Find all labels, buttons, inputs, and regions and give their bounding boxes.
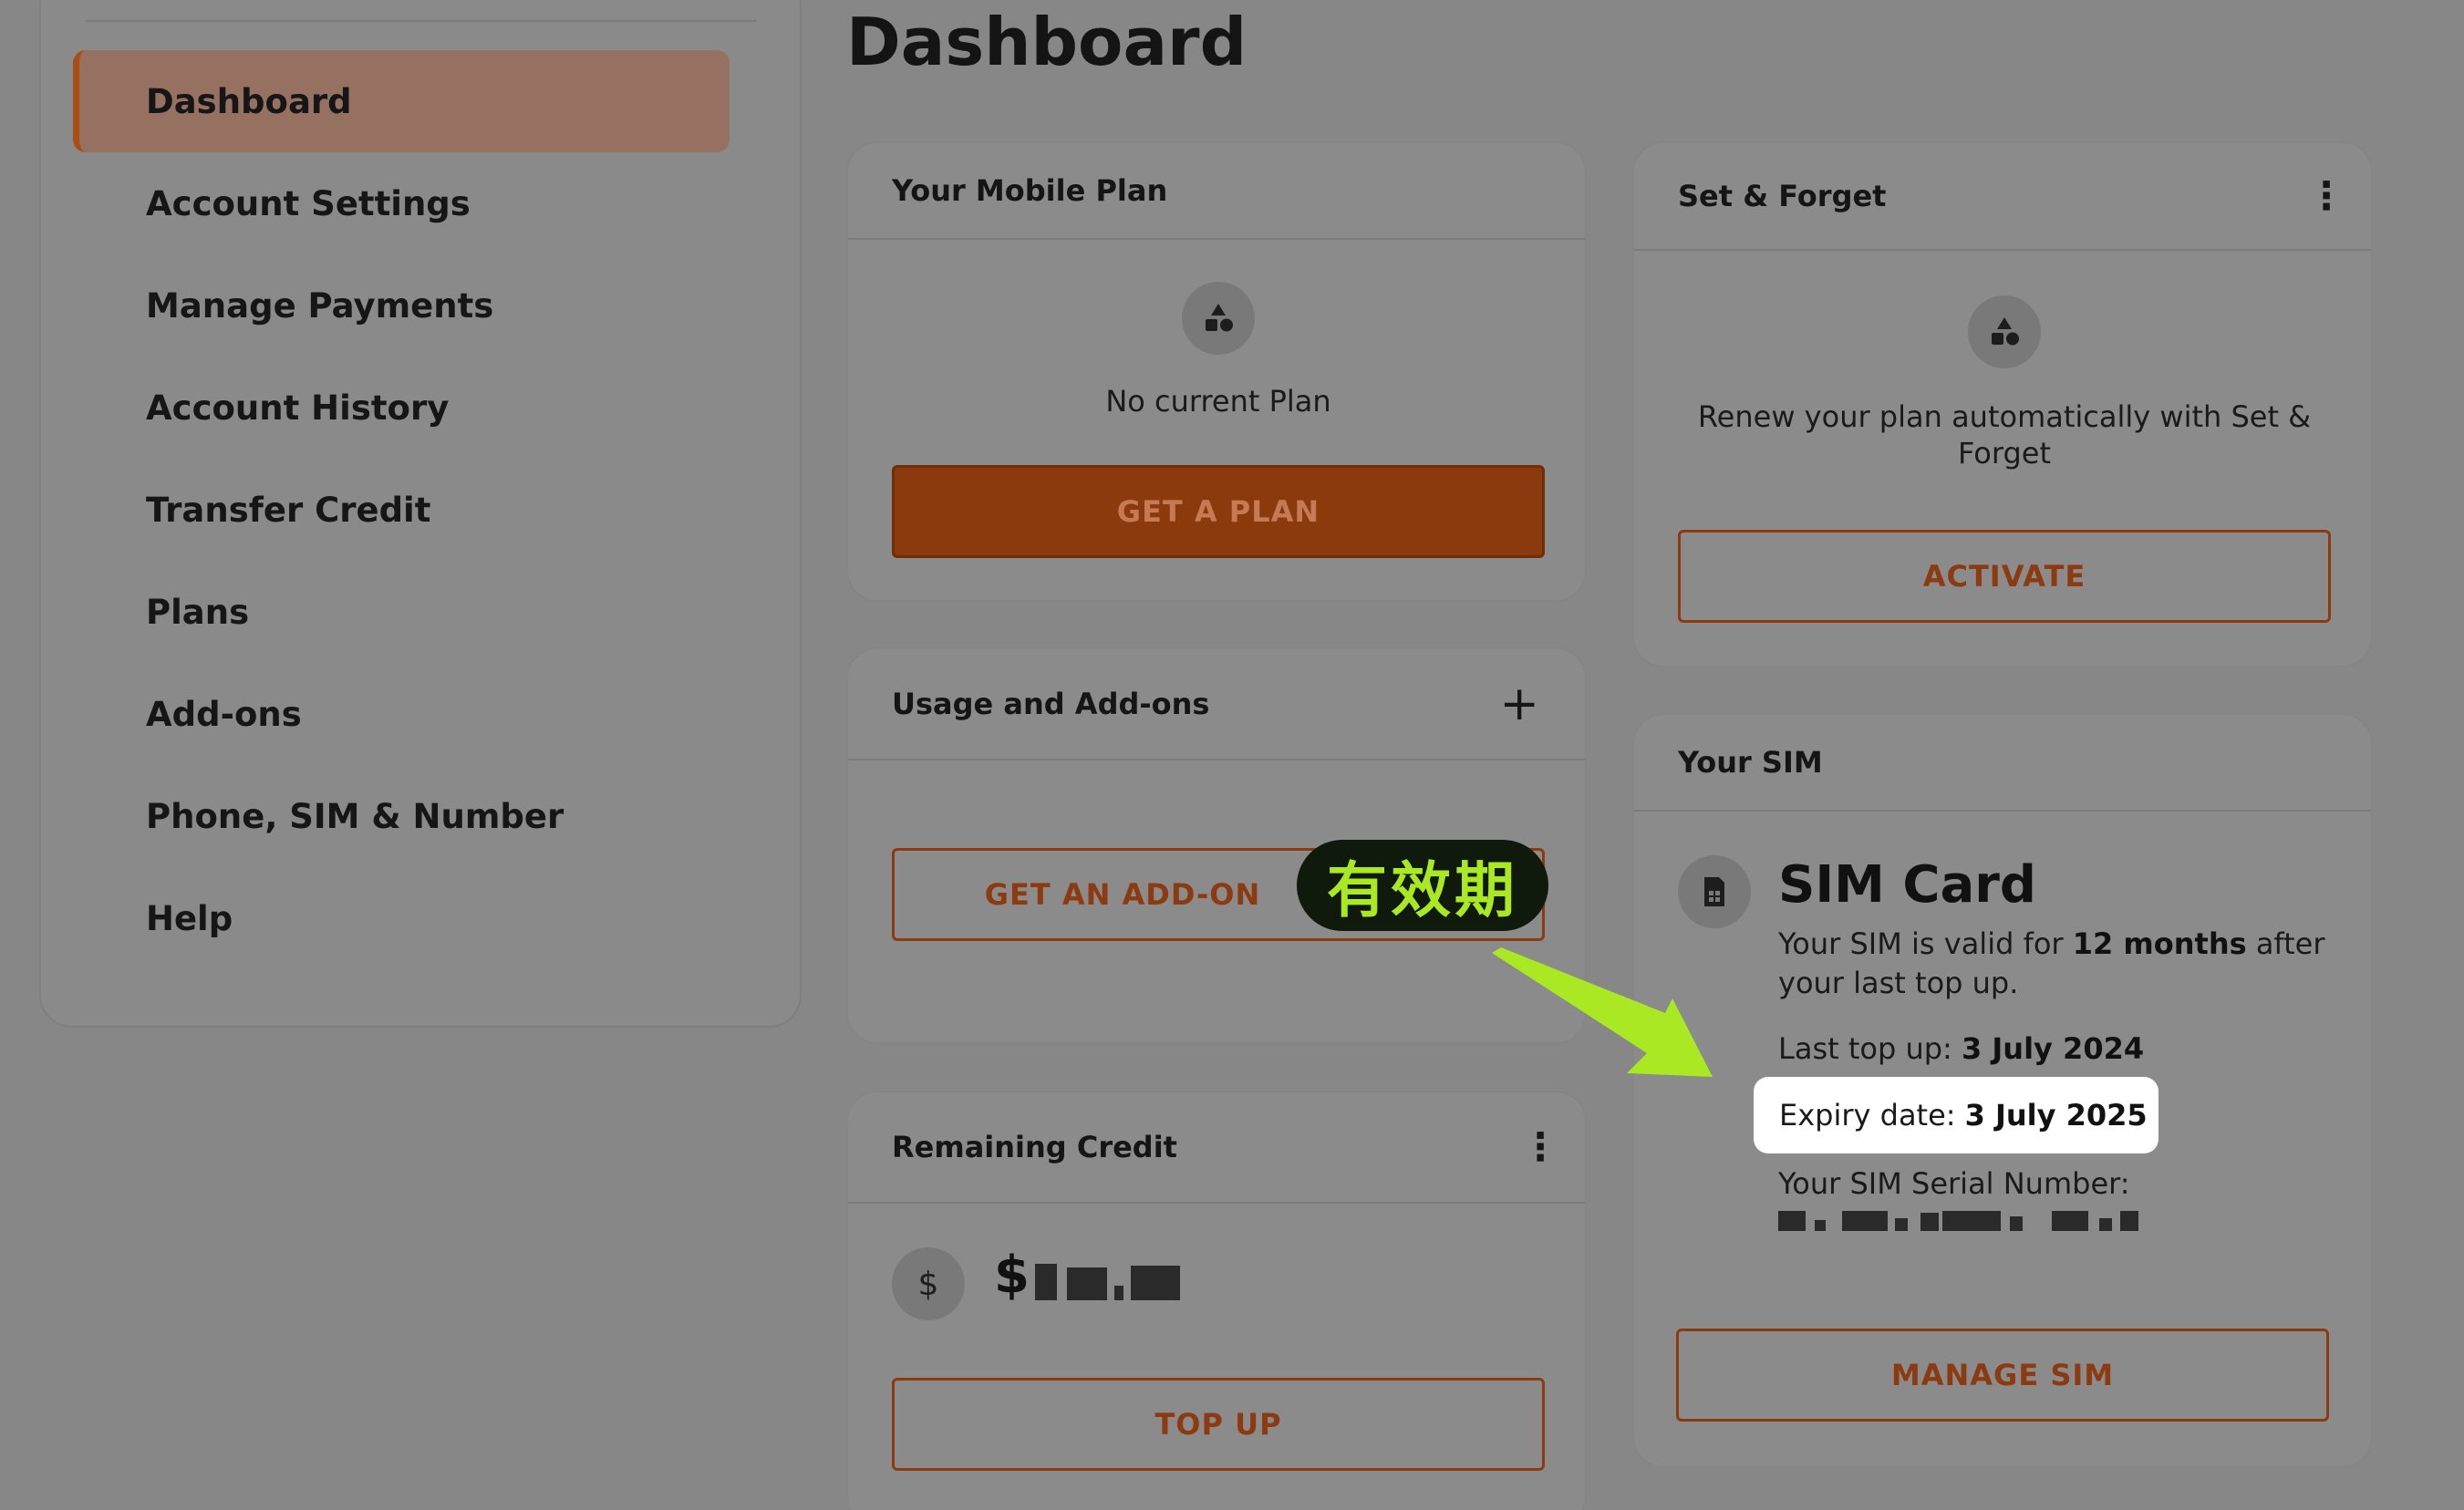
sidebar-item-label: Help [146, 898, 233, 938]
button-label: GET AN ADD-ON [984, 877, 1261, 912]
sidebar-item-label: Account Settings [146, 183, 471, 223]
sidebar-item-phone-sim-number[interactable]: Phone, SIM & Number [73, 765, 730, 867]
sidebar-item-help[interactable]: Help [73, 867, 730, 969]
sidebar-item-add-ons[interactable]: Add-ons [73, 663, 730, 765]
sim-serial-label: Your SIM Serial Number: [1778, 1166, 2130, 1201]
set-forget-text: Renew your plan automatically with Set &… [1697, 399, 2312, 471]
validity-pre: Your SIM is valid for [1778, 926, 2064, 961]
more-options-icon[interactable]: ⋮ [2307, 177, 2345, 215]
sidebar-item-label: Phone, SIM & Number [146, 796, 564, 836]
card-title: Your SIM [1678, 745, 1823, 780]
last-topup-text: Last top up: 3 July 2024 [1778, 1029, 2144, 1069]
manage-sim-button[interactable]: MANAGE SIM [1676, 1329, 2329, 1422]
mobile-plan-card: Your Mobile Plan No current Plan GET A P… [846, 141, 1587, 602]
card-header: Your SIM [1634, 715, 2371, 812]
sidebar-item-account-settings[interactable]: Account Settings [73, 152, 730, 254]
sim-validity-text: Your SIM is valid for 12 months after yo… [1778, 925, 2325, 1003]
obscured-amount [1067, 1267, 1107, 1300]
last-topup-label: Last top up: [1778, 1031, 1952, 1066]
sidebar-item-plans[interactable]: Plans [73, 561, 730, 663]
sidebar-item-account-history[interactable]: Account History [73, 357, 730, 459]
credit-currency: $ [994, 1246, 1030, 1305]
no-plan-text: No current Plan [1105, 384, 1331, 419]
expiry-value: 3 July 2025 [1964, 1098, 2148, 1132]
top-up-button[interactable]: TOP UP [892, 1378, 1545, 1471]
sidebar-item-label: Account History [146, 388, 450, 428]
card-title: Set & Forget [1678, 179, 1887, 213]
sidebar-item-label: Dashboard [146, 81, 352, 121]
sidebar-item-transfer-credit[interactable]: Transfer Credit [73, 459, 730, 561]
sidebar-item-label: Manage Payments [146, 285, 494, 326]
card-title: Usage and Add-ons [892, 687, 1210, 721]
last-topup-value: 3 July 2024 [1961, 1031, 2145, 1066]
set-forget-card: Set & Forget ⋮ Renew your plan automatic… [1632, 141, 2373, 667]
sidebar-item-dashboard[interactable]: Dashboard [73, 50, 730, 152]
card-header: Usage and Add-ons + [848, 649, 1585, 760]
annotation-badge: 有效期 [1297, 840, 1548, 931]
card-title: Your Mobile Plan [892, 173, 1168, 208]
card-header: Set & Forget ⋮ [1634, 143, 2371, 251]
shapes-icon [1182, 282, 1255, 355]
sidebar-divider [85, 20, 756, 22]
card-title: Remaining Credit [892, 1130, 1177, 1164]
sidebar-item-label: Transfer Credit [146, 490, 431, 530]
dollar-icon: $ [892, 1247, 965, 1320]
dollar-symbol: $ [917, 1265, 939, 1303]
page-title: Dashboard [846, 4, 1248, 80]
shapes-icon [1968, 295, 2041, 368]
validity-duration: 12 months [2072, 926, 2247, 961]
obscured-amount [1114, 1286, 1123, 1300]
remaining-credit-card: Remaining Credit ⋮ $ $ TOP UP [846, 1091, 1587, 1510]
get-a-plan-button[interactable]: GET A PLAN [892, 465, 1545, 558]
obscured-amount [1035, 1264, 1057, 1300]
sidebar-item-label: Add-ons [146, 694, 302, 734]
sidebar-item-label: Plans [146, 592, 250, 632]
card-header: Remaining Credit ⋮ [848, 1092, 1585, 1204]
sim-card-icon [1678, 855, 1751, 928]
activate-button[interactable]: ACTIVATE [1678, 530, 2331, 623]
expiry-date-highlight: Expiry date: 3 July 2025 [1754, 1077, 2159, 1153]
card-header: Your Mobile Plan [848, 143, 1585, 240]
obscured-amount [1131, 1266, 1180, 1300]
annotation-arrow-icon [1492, 947, 1713, 1077]
more-options-icon[interactable]: ⋮ [1521, 1128, 1559, 1166]
sim-card-title: SIM Card [1778, 855, 2036, 915]
plus-icon[interactable]: + [1499, 680, 1539, 728]
expiry-label: Expiry date: [1779, 1098, 1956, 1132]
sidebar-item-manage-payments[interactable]: Manage Payments [73, 254, 730, 357]
credit-amount: $ [994, 1246, 1030, 1305]
